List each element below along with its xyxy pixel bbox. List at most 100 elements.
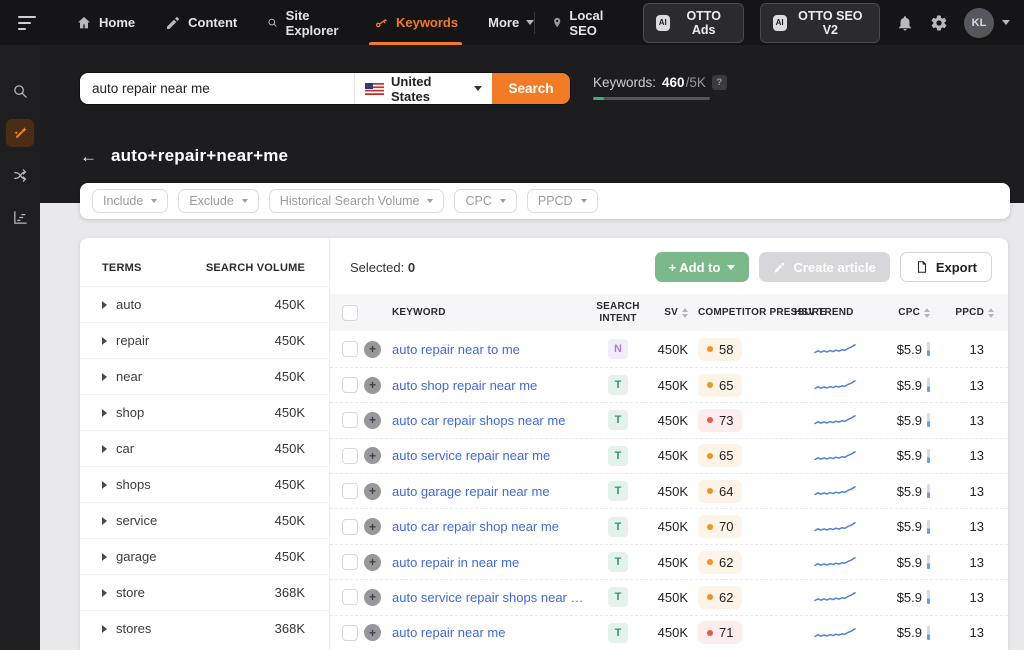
expand-triangle-icon bbox=[102, 517, 107, 525]
filter-chip-include[interactable]: Include bbox=[92, 189, 168, 213]
user-menu[interactable]: KL bbox=[964, 8, 1010, 38]
keyword-link[interactable]: auto service repair shops near me bbox=[392, 590, 596, 605]
keyword-search-input[interactable] bbox=[80, 73, 354, 104]
term-label: near bbox=[116, 369, 275, 384]
filter-chip-ppcd[interactable]: PPCD bbox=[527, 189, 598, 213]
row-checkbox[interactable] bbox=[342, 377, 358, 393]
country-select[interactable]: United States bbox=[354, 73, 492, 104]
row-checkbox[interactable] bbox=[342, 412, 358, 428]
menu-toggle-icon[interactable] bbox=[18, 16, 36, 30]
keyword-link[interactable]: auto repair near me bbox=[392, 625, 596, 640]
export-button[interactable]: Export bbox=[900, 252, 992, 282]
pressure-dot-icon bbox=[707, 382, 713, 388]
row-checkbox[interactable] bbox=[342, 448, 358, 464]
expand-plus-icon[interactable] bbox=[364, 518, 381, 535]
keyword-link[interactable]: auto garage repair near me bbox=[392, 484, 596, 499]
sort-control[interactable] bbox=[988, 308, 994, 318]
pressure-dot-icon bbox=[707, 559, 713, 565]
row-checkbox[interactable] bbox=[342, 554, 358, 570]
term-label: stores bbox=[116, 621, 275, 636]
selected-count: Selected: 0 bbox=[350, 260, 415, 275]
table-row: auto garage repair near meT450K64$5.913 bbox=[330, 473, 1008, 508]
sidebar-item-magic-tool[interactable] bbox=[6, 119, 34, 147]
filter-chip-cpc[interactable]: CPC bbox=[454, 189, 516, 213]
competitor-pressure-badge: 65 bbox=[698, 374, 742, 397]
search-intent-badge: N bbox=[608, 339, 628, 359]
create-article-button[interactable]: Create article bbox=[759, 252, 889, 282]
usage-progress-bar bbox=[593, 97, 710, 100]
settings-button[interactable] bbox=[930, 14, 948, 32]
term-label: repair bbox=[116, 333, 275, 348]
search-intent-badge: T bbox=[608, 517, 628, 537]
keywords-usage: Keywords: 460/5K ? bbox=[593, 75, 727, 100]
expand-plus-icon[interactable] bbox=[364, 377, 381, 394]
nav-item-site-explorer[interactable]: Site Explorer bbox=[267, 0, 343, 45]
table-row: auto shop repair near meT450K65$5.913 bbox=[330, 367, 1008, 402]
row-checkbox[interactable] bbox=[342, 519, 358, 535]
filter-chip-historical-search-volume[interactable]: Historical Search Volume bbox=[269, 189, 445, 213]
term-row-shop[interactable]: shop450K bbox=[80, 394, 329, 430]
ai-badge-icon: AI bbox=[773, 15, 787, 31]
volume-column-header: SEARCH VOLUME bbox=[206, 262, 305, 274]
table-row: auto repair near to meN450K58$5.913 bbox=[330, 331, 1008, 366]
expand-plus-icon[interactable] bbox=[364, 341, 381, 358]
search-button[interactable]: Search bbox=[492, 73, 570, 104]
keyword-link[interactable]: auto service repair near me bbox=[392, 448, 596, 463]
term-volume: 368K bbox=[275, 621, 305, 636]
sidebar-item-shuffle[interactable] bbox=[6, 161, 34, 189]
term-row-store[interactable]: store368K bbox=[80, 574, 329, 610]
column-header-competitor-pressure: COMPETITOR PRESSURE bbox=[688, 307, 794, 318]
pressure-dot-icon bbox=[707, 346, 713, 352]
column-header-cpc: CPC bbox=[876, 307, 930, 318]
nav-item-keywords[interactable]: Keywords bbox=[373, 0, 458, 45]
term-row-shops[interactable]: shops450K bbox=[80, 466, 329, 502]
term-row-auto[interactable]: auto450K bbox=[80, 286, 329, 322]
keyword-link[interactable]: auto car repair shop near me bbox=[392, 519, 596, 534]
keyword-link[interactable]: auto car repair shops near me bbox=[392, 413, 596, 428]
row-checkbox[interactable] bbox=[342, 589, 358, 605]
gear-icon bbox=[930, 14, 948, 32]
help-icon[interactable]: ? bbox=[712, 75, 727, 90]
term-row-car[interactable]: car450K bbox=[80, 430, 329, 466]
ppcd-value: 13 bbox=[930, 519, 994, 534]
term-row-repair[interactable]: repair450K bbox=[80, 322, 329, 358]
term-row-stores[interactable]: stores368K bbox=[80, 610, 329, 646]
ppcd-value: 13 bbox=[930, 484, 994, 499]
nav-item-content[interactable]: Content bbox=[165, 0, 237, 45]
back-arrow-icon[interactable]: ← bbox=[80, 148, 97, 165]
expand-plus-icon[interactable] bbox=[364, 483, 381, 500]
sidebar-item-search[interactable] bbox=[6, 77, 34, 105]
row-checkbox[interactable] bbox=[342, 483, 358, 499]
otto-seo-v2-button[interactable]: AI OTTO SEO V2 bbox=[760, 3, 880, 43]
term-volume: 450K bbox=[275, 297, 305, 312]
add-to-button[interactable]: + Add to bbox=[655, 252, 750, 282]
expand-plus-icon[interactable] bbox=[364, 554, 381, 571]
expand-plus-icon[interactable] bbox=[364, 412, 381, 429]
term-row-service[interactable]: service450K bbox=[80, 502, 329, 538]
expand-plus-icon[interactable] bbox=[364, 589, 381, 606]
terms-column-header: TERMS bbox=[102, 262, 142, 274]
expand-plus-icon[interactable] bbox=[364, 624, 381, 641]
column-header-hsv-trend: HSV TREND bbox=[794, 307, 876, 318]
chevron-down-icon bbox=[474, 86, 482, 91]
nav-item-local-seo[interactable]: Local SEO bbox=[551, 8, 627, 38]
filter-chip-exclude[interactable]: Exclude bbox=[178, 189, 258, 213]
nav-item-home[interactable]: Home bbox=[76, 0, 135, 45]
sidebar-item-rankings[interactable] bbox=[6, 203, 34, 231]
term-volume: 450K bbox=[275, 477, 305, 492]
row-checkbox[interactable] bbox=[342, 341, 358, 357]
term-row-garage[interactable]: garage450K bbox=[80, 538, 329, 574]
term-row-near[interactable]: near450K bbox=[80, 358, 329, 394]
keyword-link[interactable]: auto shop repair near me bbox=[392, 378, 596, 393]
keyword-link[interactable]: auto repair in near me bbox=[392, 555, 596, 570]
nav-item-more[interactable]: More bbox=[488, 0, 534, 45]
select-all-checkbox[interactable] bbox=[342, 305, 358, 321]
cpc-value: $5.9 bbox=[876, 625, 930, 640]
row-checkbox[interactable] bbox=[342, 625, 358, 641]
keyword-link[interactable]: auto repair near to me bbox=[392, 342, 596, 357]
country-select-value: United States bbox=[391, 74, 467, 104]
ppcd-value: 13 bbox=[930, 555, 994, 570]
otto-ads-button[interactable]: AI OTTO Ads bbox=[643, 3, 744, 43]
expand-plus-icon[interactable] bbox=[364, 447, 381, 464]
notifications-button[interactable] bbox=[896, 14, 914, 32]
